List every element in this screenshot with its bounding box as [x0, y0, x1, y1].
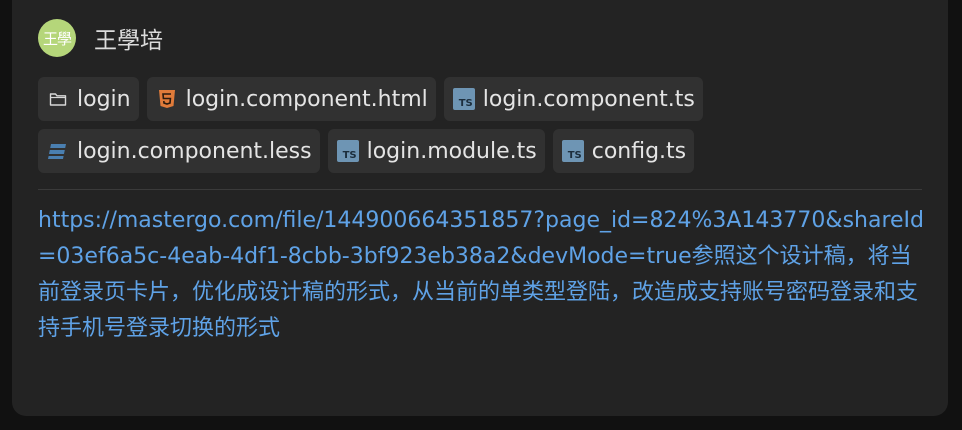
file-name: login [77, 86, 131, 112]
typescript-icon: TS [336, 140, 359, 162]
file-chip-login-component-html[interactable]: login.component.html [146, 77, 436, 121]
message-text: https://mastergo.com/file/14490066435185… [38, 203, 928, 347]
file-chip-login-component-ts[interactable]: TS login.component.ts [443, 77, 703, 121]
folder-icon [47, 88, 69, 110]
message-header: 王學 王學培 [38, 19, 163, 57]
file-name: login.module.ts [366, 138, 537, 164]
file-name: login.component.html [185, 86, 428, 112]
file-chip-login-module-ts[interactable]: TS login.module.ts [327, 129, 545, 173]
file-chip-config-ts[interactable]: TS config.ts [552, 129, 695, 173]
css-icon [47, 140, 69, 162]
typescript-icon: TS [561, 140, 584, 162]
file-name: login.component.less [77, 138, 312, 164]
file-name: config.ts [591, 138, 687, 164]
attached-files: login login.component.html TS login.comp… [38, 77, 928, 181]
html5-icon [156, 88, 178, 110]
file-name: login.component.ts [482, 86, 695, 112]
avatar: 王學 [38, 19, 76, 57]
file-row: login login.component.html TS login.comp… [38, 77, 928, 121]
divider [38, 189, 922, 190]
file-chip-login-folder[interactable]: login [38, 77, 139, 121]
message-card: 王學 王學培 login login.component.html TS log… [12, 0, 948, 416]
author-name: 王學培 [94, 28, 163, 54]
typescript-icon: TS [452, 88, 475, 110]
file-chip-login-component-less[interactable]: login.component.less [38, 129, 320, 173]
file-row: login.component.less TS login.module.ts … [38, 129, 928, 173]
